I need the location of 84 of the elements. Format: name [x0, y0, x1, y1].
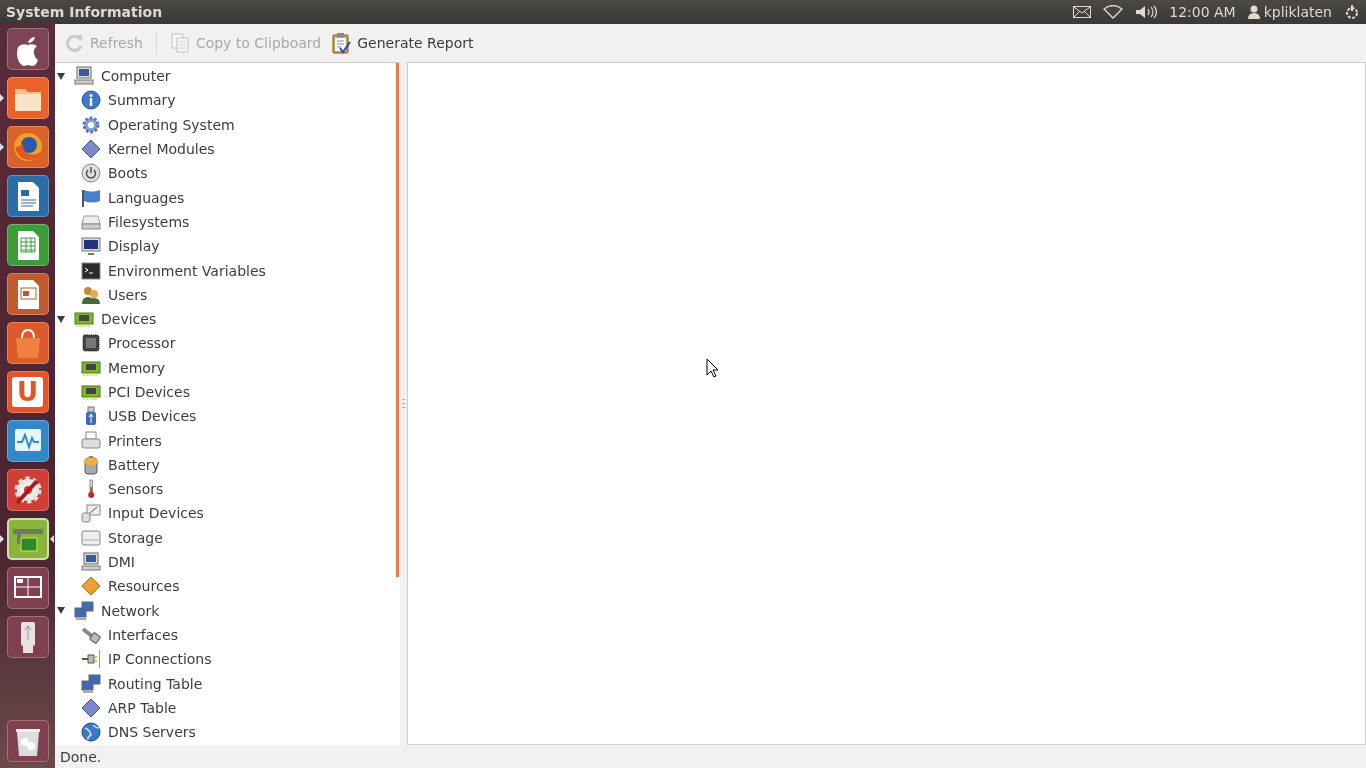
tree-item[interactable]: Routing Table — [108, 675, 203, 692]
launcher-app-tile[interactable] — [6, 77, 49, 119]
gear-icon — [81, 114, 101, 135]
power-icon — [81, 163, 101, 184]
tree-item[interactable]: IP Connections — [108, 651, 212, 668]
launcher-app-tile[interactable] — [6, 126, 49, 168]
tree-item[interactable]: USB Devices — [108, 408, 197, 425]
battery-icon — [81, 454, 101, 475]
speaker-icon — [1135, 5, 1158, 19]
tree-item[interactable]: DNS Servers — [108, 724, 196, 741]
refresh-icon — [64, 33, 84, 53]
expander-icon[interactable] — [57, 315, 65, 323]
drive-icon — [81, 527, 101, 548]
diamond-icon — [81, 139, 101, 160]
tree-item[interactable]: Input Devices — [108, 505, 204, 522]
scrollbar[interactable] — [396, 63, 399, 577]
tree-item[interactable]: Storage — [108, 529, 163, 546]
tree-item[interactable]: DMI — [108, 554, 135, 571]
expander-icon[interactable] — [57, 72, 65, 80]
tree-item[interactable]: Resources — [108, 578, 180, 595]
tree-item[interactable]: Kernel Modules — [108, 141, 215, 158]
status-text: Done. — [60, 748, 102, 765]
launcher-app-tile[interactable] — [6, 720, 49, 762]
launcher-app-tile[interactable] — [6, 420, 49, 462]
tree-item[interactable]: Memory — [108, 359, 165, 376]
mouse-pointer-icon — [706, 358, 720, 378]
launcher-app-tile[interactable] — [6, 567, 49, 609]
tree-item[interactable]: Battery — [108, 456, 160, 473]
launcher-app-tile[interactable] — [6, 469, 49, 511]
launcher-app-tile[interactable] — [6, 518, 49, 560]
clock[interactable]: 12:00 AM — [1169, 4, 1236, 20]
tree-item[interactable]: Languages — [108, 189, 185, 206]
globe-icon — [81, 722, 101, 743]
tree-category[interactable]: Devices — [101, 311, 157, 328]
launcher-app-tile[interactable] — [6, 322, 49, 364]
launcher-app-tile[interactable] — [6, 28, 49, 70]
tree-item[interactable]: ARP Table — [108, 699, 177, 716]
app-logo-letter: U — [11, 377, 44, 407]
memory-card-icon — [81, 382, 101, 402]
tree-item[interactable]: PCI Devices — [108, 384, 190, 400]
copy-icon — [169, 33, 190, 53]
network-icon — [81, 673, 101, 694]
computer-icon — [81, 552, 101, 573]
plug-icon — [81, 649, 101, 670]
wifi-icon — [1103, 5, 1124, 19]
window-title: System Information — [6, 4, 164, 20]
tree-item[interactable]: Sensors — [108, 481, 164, 498]
clipboard-icon — [331, 32, 352, 54]
launcher-app-tile[interactable]: U — [6, 371, 49, 413]
diamond-icon — [81, 697, 101, 718]
tree-item[interactable]: Filesystems — [108, 213, 190, 230]
flag-icon — [81, 187, 101, 208]
launcher-app-tile[interactable] — [6, 224, 49, 266]
tree-item[interactable]: Processor — [108, 335, 176, 352]
info-icon — [81, 90, 101, 111]
tree-item[interactable]: Environment Variables — [108, 262, 266, 279]
user-icon — [1247, 5, 1260, 19]
tree-category[interactable]: Network — [101, 602, 160, 619]
tree-item[interactable]: Display — [108, 238, 160, 255]
launcher-app-tile[interactable] — [6, 273, 49, 315]
tree-item[interactable]: Printers — [108, 432, 162, 449]
envelope-icon — [1073, 6, 1092, 18]
user-name[interactable]: kpliklaten — [1263, 4, 1332, 20]
tree-item[interactable]: Users — [108, 286, 148, 303]
tree-item[interactable]: Operating System — [108, 116, 235, 133]
expander-icon[interactable] — [57, 607, 65, 615]
tree-category[interactable]: Computer — [101, 68, 171, 85]
toolbar-button[interactable]: Generate Report — [328, 28, 477, 58]
launcher-app-tile[interactable] — [6, 175, 49, 217]
monitor-icon — [81, 236, 101, 257]
settings-icon — [1344, 4, 1360, 20]
computer-icon — [74, 66, 94, 87]
chip-icon — [81, 333, 101, 354]
network-icon — [74, 600, 94, 621]
tree-item[interactable]: Boots — [108, 165, 148, 182]
tree-item[interactable]: Interfaces — [108, 626, 178, 643]
terminal-icon — [81, 260, 101, 281]
memory-card-icon — [74, 309, 94, 330]
launcher-app-tile[interactable] — [6, 616, 49, 658]
tree-item[interactable]: Summary — [108, 92, 176, 109]
printer-icon — [81, 430, 101, 451]
users-icon — [81, 284, 101, 305]
diamond-icon — [81, 576, 101, 597]
tablet-icon — [81, 503, 101, 524]
